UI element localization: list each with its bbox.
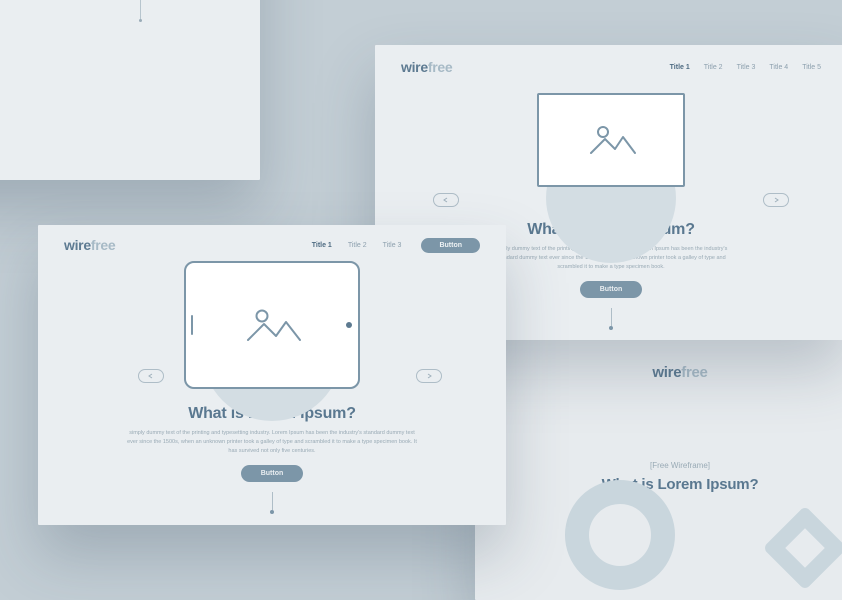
header-cta-button[interactable]: Button [421,238,480,253]
brand-part1: wire [64,237,91,253]
chevron-left-icon [147,373,155,379]
header-row: wirefree Title 1 Title 2 Title 3 Title 4… [401,59,821,75]
nav-item[interactable]: Title 2 [704,64,723,71]
carousel-prev-button[interactable] [433,193,459,207]
hero-subtext: simply dummy text of the printing and ty… [127,429,417,455]
carousel-next-button[interactable] [416,369,442,383]
primary-button[interactable]: Button [580,281,643,298]
nav-item[interactable]: Title 1 [312,242,332,249]
hero-heading: What is Lorem Ipsum? [475,476,842,493]
carousel-prev-button[interactable] [138,369,164,383]
image-placeholder-icon [242,305,302,345]
chevron-left-icon [442,197,450,203]
brand-part2: free [428,59,452,75]
section-divider [611,308,612,326]
nav-item[interactable]: Title 3 [737,64,756,71]
circle-decoration [565,480,675,590]
primary-button[interactable]: Button [241,465,304,482]
brand-logo: wirefree [401,59,452,75]
tablet-illustration [184,261,360,389]
nav-menu: Title 1 Title 2 Title 3 Title 4 Title 5 [670,64,821,71]
nav-item[interactable]: Title 2 [348,242,367,249]
brand-logo: wirefree [475,364,842,381]
hero-section: What is Lorem Ipsum? simply dummy text o… [64,261,480,510]
wireframe-card-bottom: wirefree [Free Wireframe] What is Lorem … [475,340,842,600]
background-card [0,0,260,180]
nav-item[interactable]: Title 3 [383,242,402,249]
wireframe-label: [Free Wireframe] [475,461,842,470]
nav-item[interactable]: Title 5 [802,64,821,71]
section-divider [272,492,273,510]
divider-decoration [140,0,141,19]
nav-menu: Title 1 Title 2 Title 3 [312,242,402,249]
brand-logo: wirefree [64,237,115,253]
brand-part1: wire [401,59,428,75]
nav-item[interactable]: Title 4 [769,64,788,71]
brand-part2: free [91,237,115,253]
chevron-right-icon [425,373,433,379]
brand-part1: wire [652,364,681,381]
diamond-decoration [763,506,842,591]
monitor-illustration [537,93,685,207]
monitor-screen [537,93,685,187]
wireframe-card-tablet: wirefree Title 1 Title 2 Title 3 Button … [38,225,506,525]
carousel-next-button[interactable] [763,193,789,207]
header-row: wirefree Title 1 Title 2 Title 3 Button [64,237,480,253]
brand-part2: free [681,364,707,381]
nav-item[interactable]: Title 1 [670,64,690,71]
image-placeholder-icon [585,123,637,157]
chevron-right-icon [772,197,780,203]
